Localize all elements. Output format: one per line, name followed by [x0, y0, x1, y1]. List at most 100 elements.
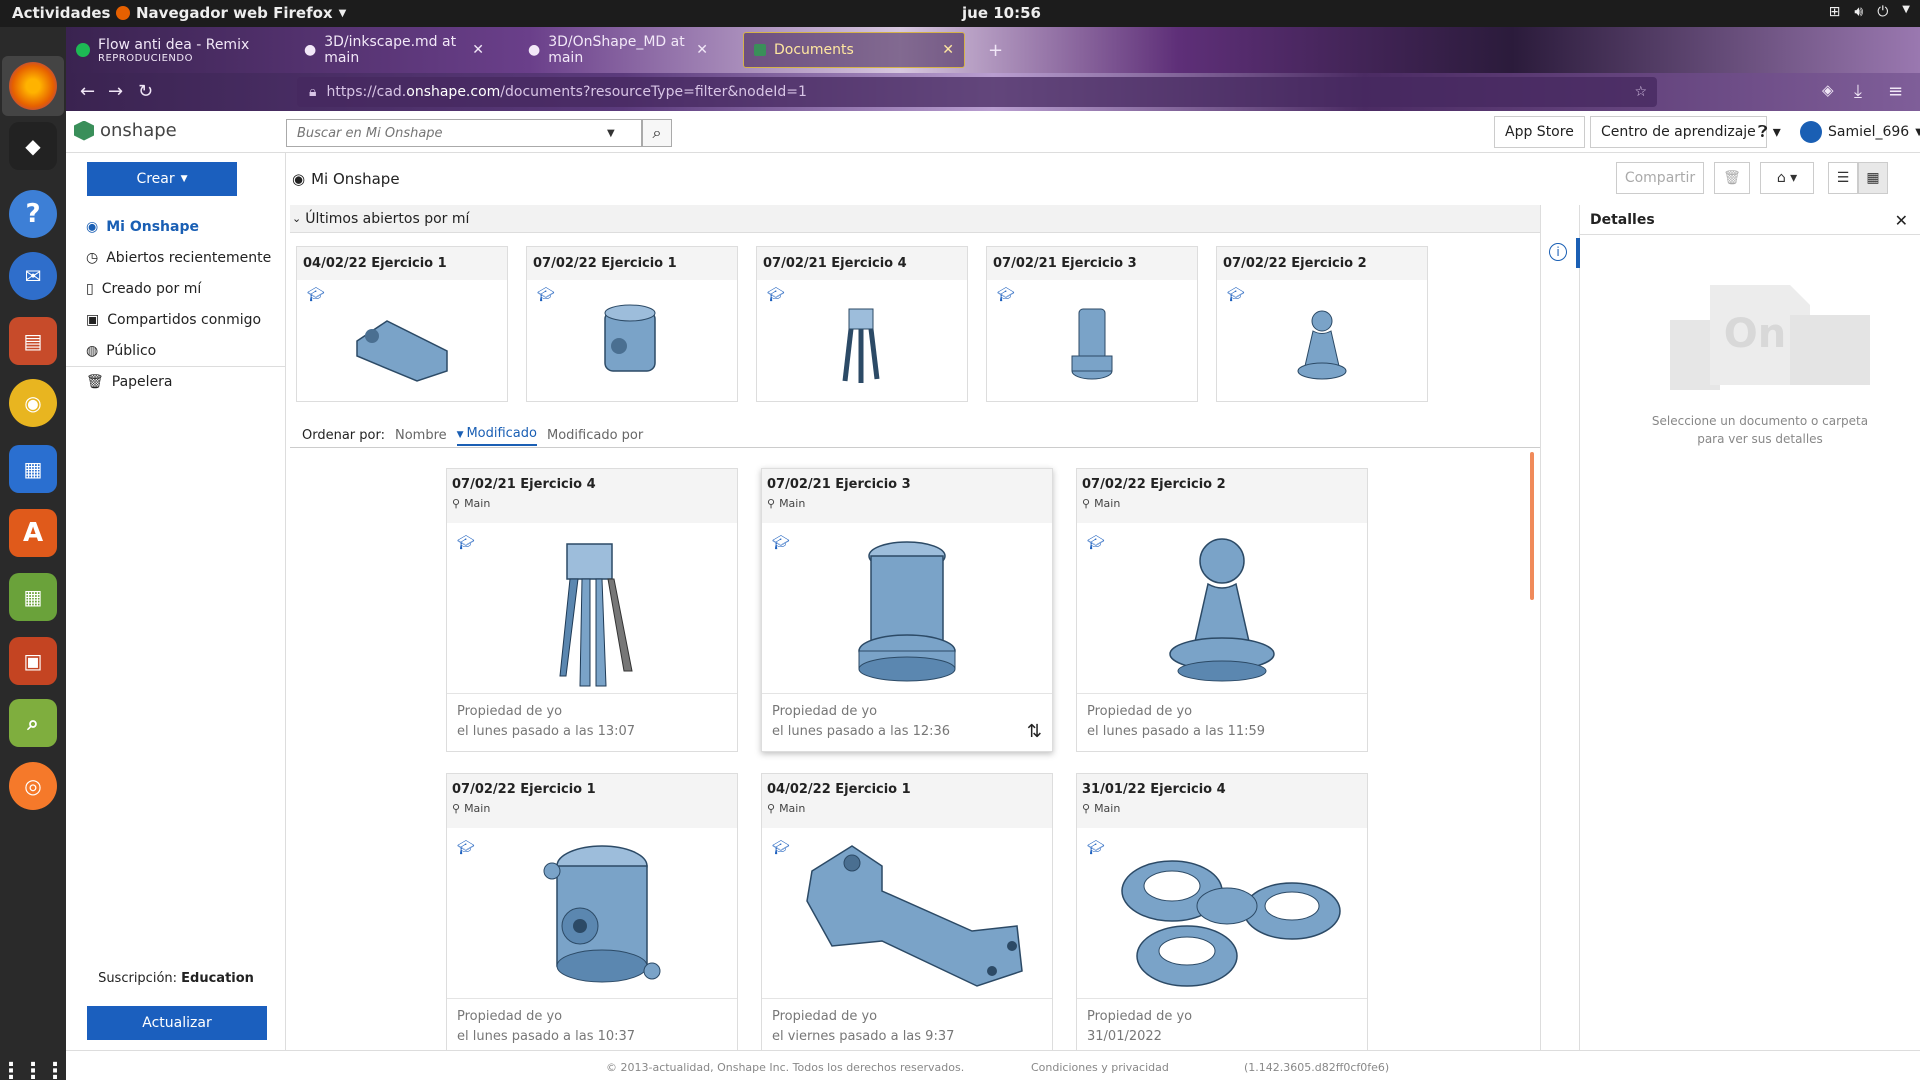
browser-tab[interactable]: ● 3D/inkscape.md at main ✕ [294, 32, 494, 68]
learning-center-button[interactable]: Centro de aprendizaje [1590, 116, 1767, 148]
recent-card-title: 07/02/22 Ejercicio 2 [1217, 247, 1427, 280]
image-viewer-icon[interactable]: ⌕ [9, 699, 57, 747]
share-button[interactable]: Compartir [1616, 162, 1704, 194]
downloads-icon[interactable]: ⤓ [1854, 81, 1862, 102]
part-thumbnail [356, 320, 448, 382]
recent-card[interactable]: 04/02/22 Ejercicio 1 🎓︎ [296, 246, 508, 402]
footer-terms-link[interactable]: Condiciones y privacidad [1031, 1061, 1169, 1074]
branch-pin-icon: ⚲ [1082, 497, 1091, 510]
system-tray[interactable]: ⊞ 🔊︎ ⏻ ▼ [1829, 4, 1910, 20]
back-icon[interactable]: ← [80, 81, 95, 102]
new-tab-button[interactable]: + [978, 32, 1008, 68]
help-icon[interactable]: ❓︎ ▾ [1758, 122, 1781, 142]
page-title: ◉ Mi Onshape [292, 170, 400, 188]
close-icon[interactable]: ✕ [1895, 211, 1908, 230]
document-card[interactable]: 07/02/22 Ejercicio 1 ⚲ Main 🎓︎ Propiedad d… [446, 773, 738, 1057]
show-apps-icon[interactable]: ⋮⋮⋮ [0, 1047, 66, 1080]
recent-section-header[interactable]: ⌄ Últimos abiertos por mí [290, 205, 1540, 233]
help-icon[interactable]: ? [9, 190, 57, 238]
thunderbird-icon[interactable]: ✉ [9, 252, 57, 300]
reload-icon[interactable]: ↻ [138, 81, 153, 102]
forward-icon[interactable]: → [108, 81, 123, 102]
footer: © 2013-actualidad, Onshape Inc. Todos lo… [66, 1050, 1920, 1080]
grid-view-button[interactable]: ▦ [1858, 162, 1888, 194]
software-center-icon[interactable]: A [9, 509, 57, 557]
search-button[interactable]: ⌕ [642, 119, 672, 147]
tab-title: Documents [774, 42, 854, 58]
document-card[interactable]: 07/02/21 Ejercicio 3 ⚲ Main 🎓︎ Propiedad d… [761, 468, 1053, 752]
recent-card-title: 07/02/21 Ejercicio 4 [757, 247, 967, 280]
url-host: onshape.com [406, 84, 501, 100]
onshape-header: onshape ▼ ⌕ App Store Centro de aprendiz… [66, 111, 1920, 153]
document-title: 07/02/22 Ejercicio 2 [1082, 477, 1226, 492]
app-store-button[interactable]: App Store [1494, 116, 1585, 148]
sidebar-item-my-onshape[interactable]: ◉ Mi Onshape [66, 211, 286, 242]
calculator-icon[interactable]: ▦ [9, 573, 57, 621]
browser-tab-strip: Flow anti dea - Remix REPRODUCIENDO ● 3D/… [66, 27, 1920, 73]
close-icon[interactable]: ✕ [472, 42, 484, 58]
sidebar-item-created-by-me[interactable]: ▯ Creado por mí [66, 273, 286, 304]
chevron-down-icon[interactable]: ▼ [607, 128, 615, 139]
sort-by-modified-by[interactable]: Modificado por [547, 428, 643, 443]
document-card[interactable]: 07/02/22 Ejercicio 2 ⚲ Main 🎓︎ Propiedad d… [1076, 468, 1368, 752]
close-icon[interactable]: ✕ [696, 42, 708, 58]
document-modified: el lunes pasado a las 11:59 [1087, 724, 1266, 739]
info-icon[interactable]: i [1549, 243, 1567, 261]
recent-card[interactable]: 07/02/21 Ejercicio 4 🎓︎ [756, 246, 968, 402]
part-thumbnail [604, 304, 656, 372]
trash-button[interactable]: 🗑︎ [1714, 162, 1750, 194]
share-icon[interactable]: ⇅ [1027, 722, 1042, 742]
inkscape-icon[interactable]: ◆ [9, 122, 57, 170]
activities-button[interactable]: Actividades [12, 4, 110, 22]
user-menu[interactable]: Samiel_696 ▼ [1800, 121, 1920, 143]
sidebar-item-recent[interactable]: ◷ Abiertos recientemente [66, 242, 286, 273]
pocket-icon[interactable]: ◈ [1822, 81, 1834, 99]
document-modified: el lunes pasado a las 13:07 [457, 724, 636, 739]
search-input[interactable] [287, 125, 607, 141]
sort-by-modified[interactable]: ▼ Modificado [456, 426, 537, 446]
document-owner: Propiedad de yo [1087, 704, 1193, 719]
clock-icon: ◷ [86, 249, 99, 266]
impress-icon[interactable]: ▣ [9, 637, 57, 685]
recent-card[interactable]: 07/02/21 Ejercicio 3 🎓︎ [986, 246, 1198, 402]
subscription-info: Suscripción: Education [66, 971, 286, 986]
document-card[interactable]: 07/02/21 Ejercicio 4 ⚲ Main 🎓︎ Propiedad d… [446, 468, 738, 752]
close-icon[interactable]: ✕ [942, 42, 954, 58]
blender-icon[interactable]: ◎ [9, 762, 57, 810]
sidebar-item-trash[interactable]: 🗑︎ Papelera [66, 366, 286, 397]
github-icon: ● [528, 42, 541, 58]
firefox-icon[interactable] [9, 62, 57, 110]
url-bar[interactable]: 🔒︎ https://cad.onshape.com/documents?res… [297, 77, 1657, 107]
trash-icon: 🗑︎ [86, 374, 104, 390]
label-menu-button[interactable]: ⌂ ▾ [1760, 162, 1814, 194]
volume-icon: 🔊︎ [1854, 4, 1864, 20]
browser-tab[interactable]: ● 3D/OnShape_MD at main ✕ [518, 32, 718, 68]
rhythmbox-icon[interactable]: ◉ [9, 379, 57, 427]
onshape-logo[interactable]: onshape [74, 120, 177, 141]
grid-icon: ▦ [1866, 170, 1880, 186]
sidebar-item-label: Abiertos recientemente [106, 249, 272, 266]
sidebar-item-public[interactable]: ◍ Público [66, 335, 286, 366]
browser-tab[interactable]: Flow anti dea - Remix REPRODUCIENDO [66, 32, 266, 68]
upgrade-button[interactable]: Actualizar [87, 1006, 267, 1040]
clock[interactable]: jue 10:56 [962, 4, 1041, 22]
recent-card[interactable]: 07/02/22 Ejercicio 1 🎓︎ [526, 246, 738, 402]
writer-icon[interactable]: ▦ [9, 445, 57, 493]
network-icon: ⊞ [1828, 4, 1841, 20]
sidebar-item-shared[interactable]: ▣ Compartidos conmigo [66, 304, 286, 335]
document-thumbnail: 🎓︎ [762, 828, 1052, 998]
scrollbar[interactable] [1530, 452, 1534, 600]
create-button[interactable]: Crear ▼ [87, 162, 237, 196]
document-card[interactable]: 31/01/22 Ejercicio 4 ⚲ Main 🎓︎ Propiedad d… [1076, 773, 1368, 1057]
files-icon[interactable]: ▤ [9, 317, 57, 365]
documents-toolbar: ◉ Mi Onshape Compartir 🗑︎ ⌂ ▾ ☰ ▦ [286, 153, 1920, 202]
menu-icon[interactable]: ≡ [1888, 81, 1903, 102]
recent-card[interactable]: 07/02/22 Ejercicio 2 🎓︎ [1216, 246, 1428, 402]
document-branch: Main [779, 497, 806, 510]
sort-by-name[interactable]: Nombre [395, 428, 447, 443]
bookmark-star-icon[interactable]: ☆ [1634, 84, 1647, 100]
browser-tab-active[interactable]: Documents ✕ [743, 32, 965, 68]
app-menu[interactable]: Navegador web Firefox ▼ [116, 4, 346, 22]
list-view-button[interactable]: ☰ [1828, 162, 1858, 194]
document-card[interactable]: 04/02/22 Ejercicio 1 ⚲ Main 🎓︎ Propiedad d… [761, 773, 1053, 1057]
